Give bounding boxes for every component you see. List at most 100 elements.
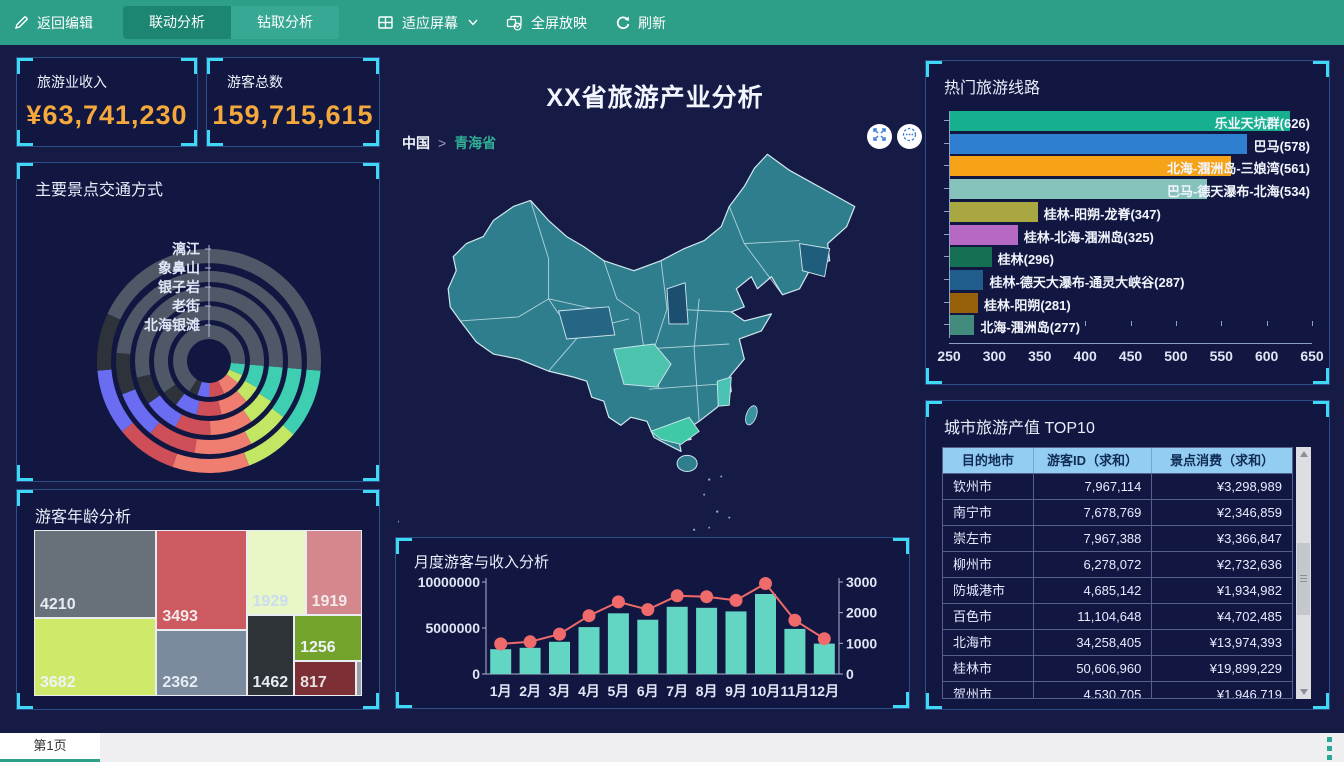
monthly-combo-chart[interactable]: 050000001000000001000200030001月2月3月4月5月6… xyxy=(396,572,909,708)
table-header-cell[interactable]: 景点消费（求和） xyxy=(1152,448,1292,473)
monthly-bar[interactable] xyxy=(667,607,688,674)
table-row[interactable]: 柳州市6,278,072¥2,732,636 xyxy=(943,551,1292,577)
monthly-line-marker[interactable] xyxy=(553,628,566,641)
radial-segment[interactable] xyxy=(173,453,250,474)
routes-tick-label: 400 xyxy=(1073,348,1096,364)
fit-screen-button[interactable]: 适应屏幕 xyxy=(363,0,492,45)
treemap-tile-value: 3682 xyxy=(40,674,76,692)
dashboard-canvas: 旅游业收入 ¥63,741,230 游客总数 159,715,615 主要景点交… xyxy=(0,45,1344,733)
monthly-line-marker[interactable] xyxy=(612,595,625,608)
monthly-bar[interactable] xyxy=(579,627,600,674)
table-row[interactable]: 北海市34,258,405¥13,974,393 xyxy=(943,629,1292,655)
analysis-mode-toggle: 联动分析 钻取分析 xyxy=(123,6,339,39)
fullscreen-play-button[interactable]: 全屏放映 xyxy=(492,0,601,45)
route-bar[interactable] xyxy=(950,270,983,290)
radial-segment[interactable] xyxy=(195,431,252,454)
treemap-tile[interactable]: 2362 xyxy=(156,630,246,696)
scroll-up-icon[interactable] xyxy=(1296,447,1311,461)
table-row[interactable]: 南宁市7,678,769¥2,346,859 xyxy=(943,499,1292,525)
table-header-cell[interactable]: 游客ID（求和） xyxy=(1034,448,1153,473)
month-label: 12月 xyxy=(810,683,840,699)
route-bar[interactable] xyxy=(950,225,1018,245)
route-bar[interactable] xyxy=(950,315,974,335)
treemap-tile[interactable]: 4210 xyxy=(34,530,156,618)
monthly-bar[interactable] xyxy=(814,644,835,674)
treemap-tile[interactable]: 1929 xyxy=(247,530,306,615)
table-row[interactable]: 贺州市4,530,705¥1,946,719 xyxy=(943,681,1292,699)
panel-hot-routes: 热门旅游线路 乐业天坑群(626)巴马(578)北海-涠洲岛-三娘湾(561)巴… xyxy=(925,60,1330,385)
month-label: 2月 xyxy=(519,683,541,699)
monthly-bar[interactable] xyxy=(549,642,570,674)
monthly-line-marker[interactable] xyxy=(494,637,507,650)
table-row[interactable]: 钦州市7,967,114¥3,298,989 xyxy=(943,473,1292,499)
radial-segment[interactable] xyxy=(116,353,135,394)
routes-tick-label: 300 xyxy=(983,348,1006,364)
map-expand-button[interactable] xyxy=(867,124,892,149)
monthly-bar[interactable] xyxy=(637,620,658,674)
monthly-line-marker[interactable] xyxy=(700,590,713,603)
treemap-tile[interactable]: 3682 xyxy=(34,618,156,696)
table-row[interactable]: 百色市11,104,648¥4,702,485 xyxy=(943,603,1292,629)
linkage-analysis-tab[interactable]: 联动分析 xyxy=(123,6,231,39)
monthly-bar[interactable] xyxy=(755,594,776,674)
monthly-line-marker[interactable] xyxy=(759,577,772,590)
footer-more-icon[interactable] xyxy=(1327,737,1332,760)
back-to-edit-button[interactable]: 返回编辑 xyxy=(0,0,107,45)
monthly-line-marker[interactable] xyxy=(524,635,537,648)
table-row[interactable]: 防城港市4,685,142¥1,934,982 xyxy=(943,577,1292,603)
left-axis-tick: 0 xyxy=(472,666,480,682)
china-map[interactable] xyxy=(398,148,920,540)
table-cell: ¥19,899,229 xyxy=(1152,656,1292,681)
table-header-cell[interactable]: 目的地市 xyxy=(943,448,1034,473)
monthly-line-marker[interactable] xyxy=(671,589,684,602)
treemap-tile[interactable]: 1256 xyxy=(294,615,362,661)
table-header-row: 目的地市游客ID（求和）景点消费（求和） xyxy=(943,448,1292,473)
province-dark-1 xyxy=(559,307,615,339)
scrollbar-thumb[interactable] xyxy=(1297,543,1310,615)
map-more-button[interactable] xyxy=(897,124,922,149)
route-bar[interactable] xyxy=(950,134,1247,154)
table-cell: 4,530,705 xyxy=(1034,682,1153,699)
route-bar[interactable] xyxy=(950,293,978,313)
fullscreen-play-label: 全屏放映 xyxy=(531,13,587,33)
monthly-bar[interactable] xyxy=(520,648,541,674)
monthly-bar[interactable] xyxy=(726,611,747,674)
month-label: 7月 xyxy=(666,683,688,699)
treemap-tile[interactable] xyxy=(356,661,362,696)
table-row[interactable]: 桂林市50,606,960¥19,899,229 xyxy=(943,655,1292,681)
monthly-bar[interactable] xyxy=(608,613,629,674)
table-cell: 北海市 xyxy=(943,630,1034,655)
transport-radial-chart[interactable]: 漓江象鼻山银子岩老街北海银滩 xyxy=(17,201,379,479)
table-cell: ¥1,946,719 xyxy=(1152,682,1292,699)
scroll-down-icon[interactable] xyxy=(1296,685,1311,699)
monthly-bar[interactable] xyxy=(490,649,511,674)
monthly-bar[interactable] xyxy=(696,608,717,674)
table-cell: 50,606,960 xyxy=(1034,656,1153,681)
panel-monthly-title: 月度游客与收入分析 xyxy=(396,538,909,576)
panel-monthly-analysis: 月度游客与收入分析 050000001000000001000200030001… xyxy=(395,537,910,709)
monthly-bar[interactable] xyxy=(784,629,805,674)
treemap-tile[interactable]: 3493 xyxy=(156,530,246,630)
table-cell: 7,967,114 xyxy=(1034,474,1153,499)
monthly-line-marker[interactable] xyxy=(788,614,801,627)
radial-segment[interactable] xyxy=(175,415,210,436)
page-tab-1[interactable]: 第1页 xyxy=(0,733,100,762)
left-axis-tick: 5000000 xyxy=(425,620,480,636)
table-row[interactable]: 崇左市7,967,388¥3,366,847 xyxy=(943,525,1292,551)
table-scrollbar[interactable] xyxy=(1296,447,1311,699)
treemap-tile-value: 1929 xyxy=(253,593,289,611)
route-bar[interactable] xyxy=(950,202,1038,222)
treemap-tile[interactable]: 1919 xyxy=(306,530,362,615)
route-bar[interactable] xyxy=(950,247,992,267)
drill-analysis-tab[interactable]: 钻取分析 xyxy=(231,6,339,39)
radial-segment[interactable] xyxy=(197,401,222,416)
treemap-tile[interactable]: 817 xyxy=(294,661,356,696)
monthly-line-marker[interactable] xyxy=(730,594,743,607)
refresh-button[interactable]: 刷新 xyxy=(601,0,680,45)
monthly-line-marker[interactable] xyxy=(818,632,831,645)
treemap-tile-value: 4210 xyxy=(40,596,76,614)
monthly-line-marker[interactable] xyxy=(583,609,596,622)
monthly-line-marker[interactable] xyxy=(641,603,654,616)
radial-category-label: 银子岩 xyxy=(158,279,200,295)
treemap-tile[interactable]: 1462 xyxy=(247,615,295,696)
